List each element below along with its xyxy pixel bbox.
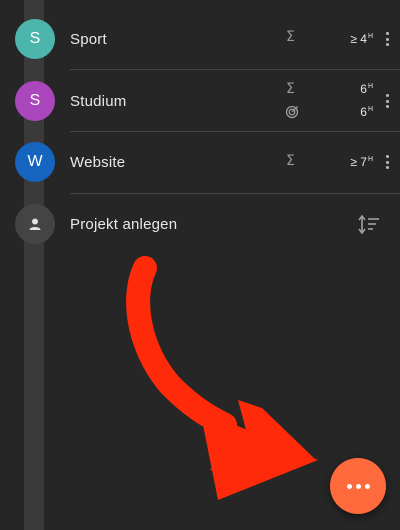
- arrow-icon: [126, 256, 318, 500]
- more-horiz-icon[interactable]: [330, 458, 386, 514]
